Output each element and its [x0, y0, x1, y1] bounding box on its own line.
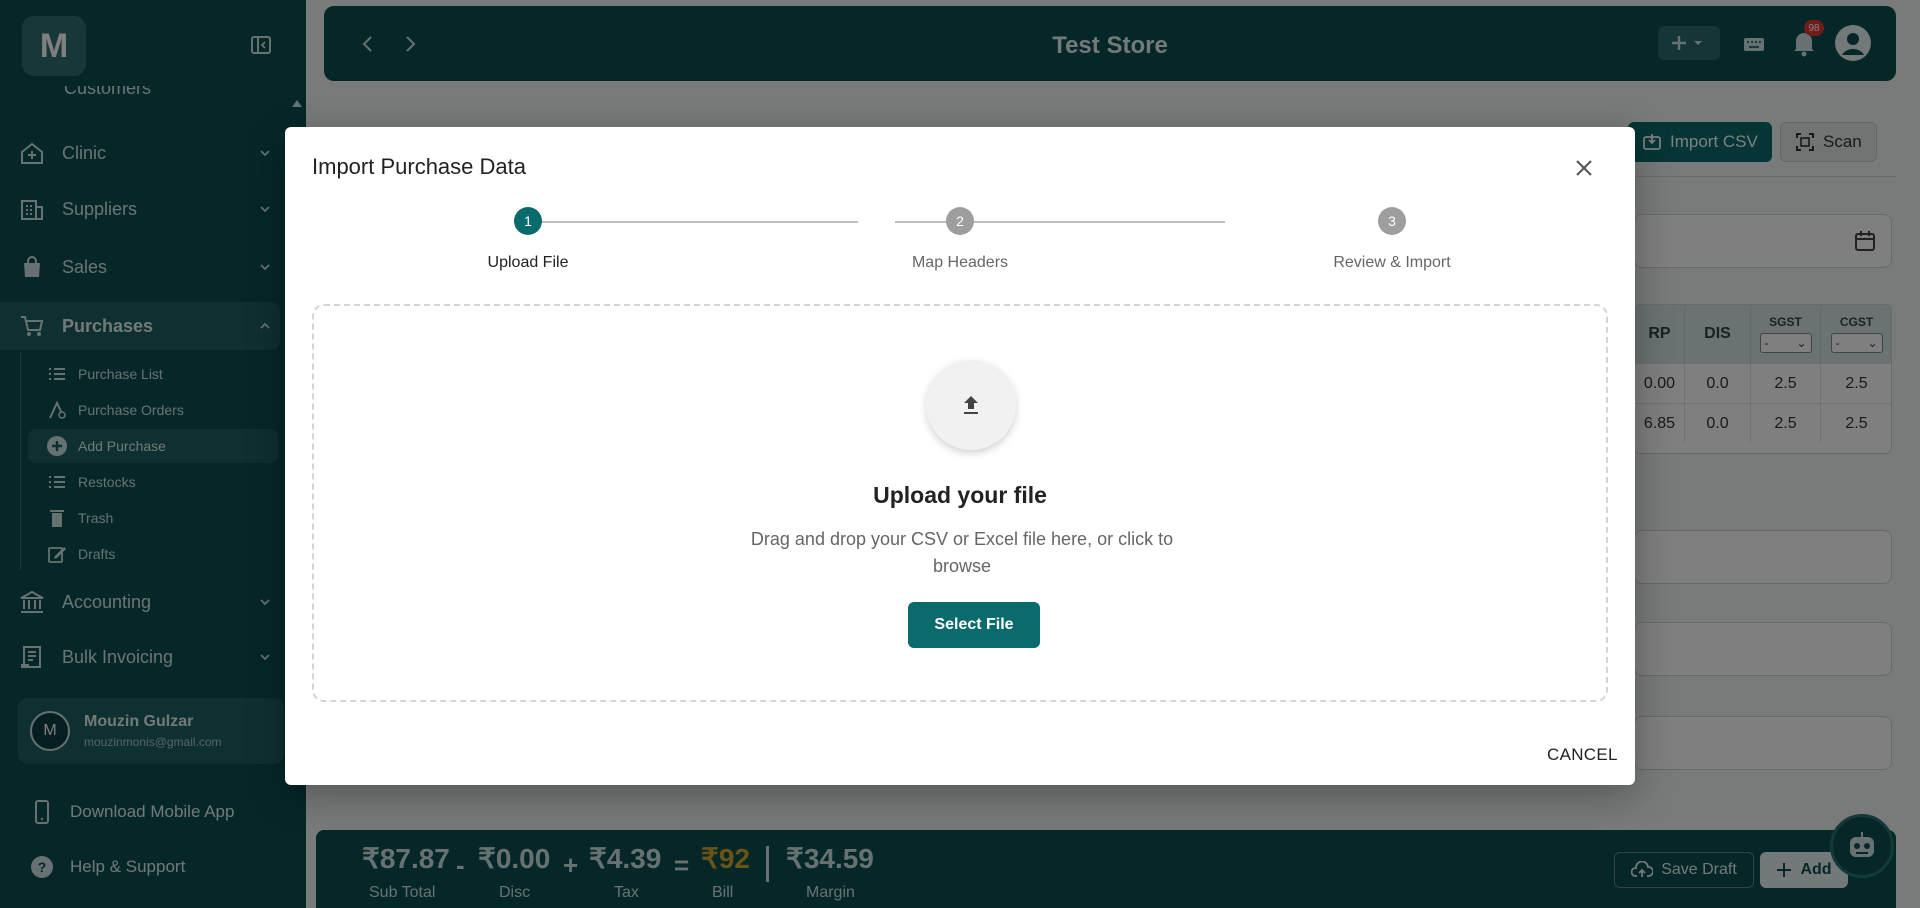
dialog-title: Import Purchase Data	[312, 154, 526, 179]
step-1-label: Upload File	[487, 254, 569, 271]
cancel-button[interactable]: CANCEL	[1547, 745, 1618, 765]
step-2-indicator: 2	[946, 207, 974, 235]
stepper-connector	[528, 221, 858, 223]
step-2-label: Map Headers	[911, 254, 1009, 271]
import-purchase-dialog: Import Purchase Data 1 2 3 Upload File M…	[285, 127, 1635, 785]
step-1-indicator: 1	[514, 207, 542, 235]
dropzone-title: Upload your file	[873, 482, 1047, 508]
step-3-label: Review & Import	[1333, 254, 1451, 271]
close-icon[interactable]	[1573, 157, 1595, 179]
stepper-connector	[895, 221, 1225, 223]
select-file-button[interactable]: Select File	[908, 602, 1040, 648]
dropzone-instructions: Drag and drop your CSV or Excel file her…	[750, 529, 1174, 576]
upload-icon-button[interactable]	[926, 360, 1016, 450]
file-dropzone[interactable]: Upload your file Drag and drop your CSV …	[312, 304, 1608, 702]
step-3-indicator: 3	[1378, 207, 1406, 235]
upload-icon	[964, 396, 978, 414]
